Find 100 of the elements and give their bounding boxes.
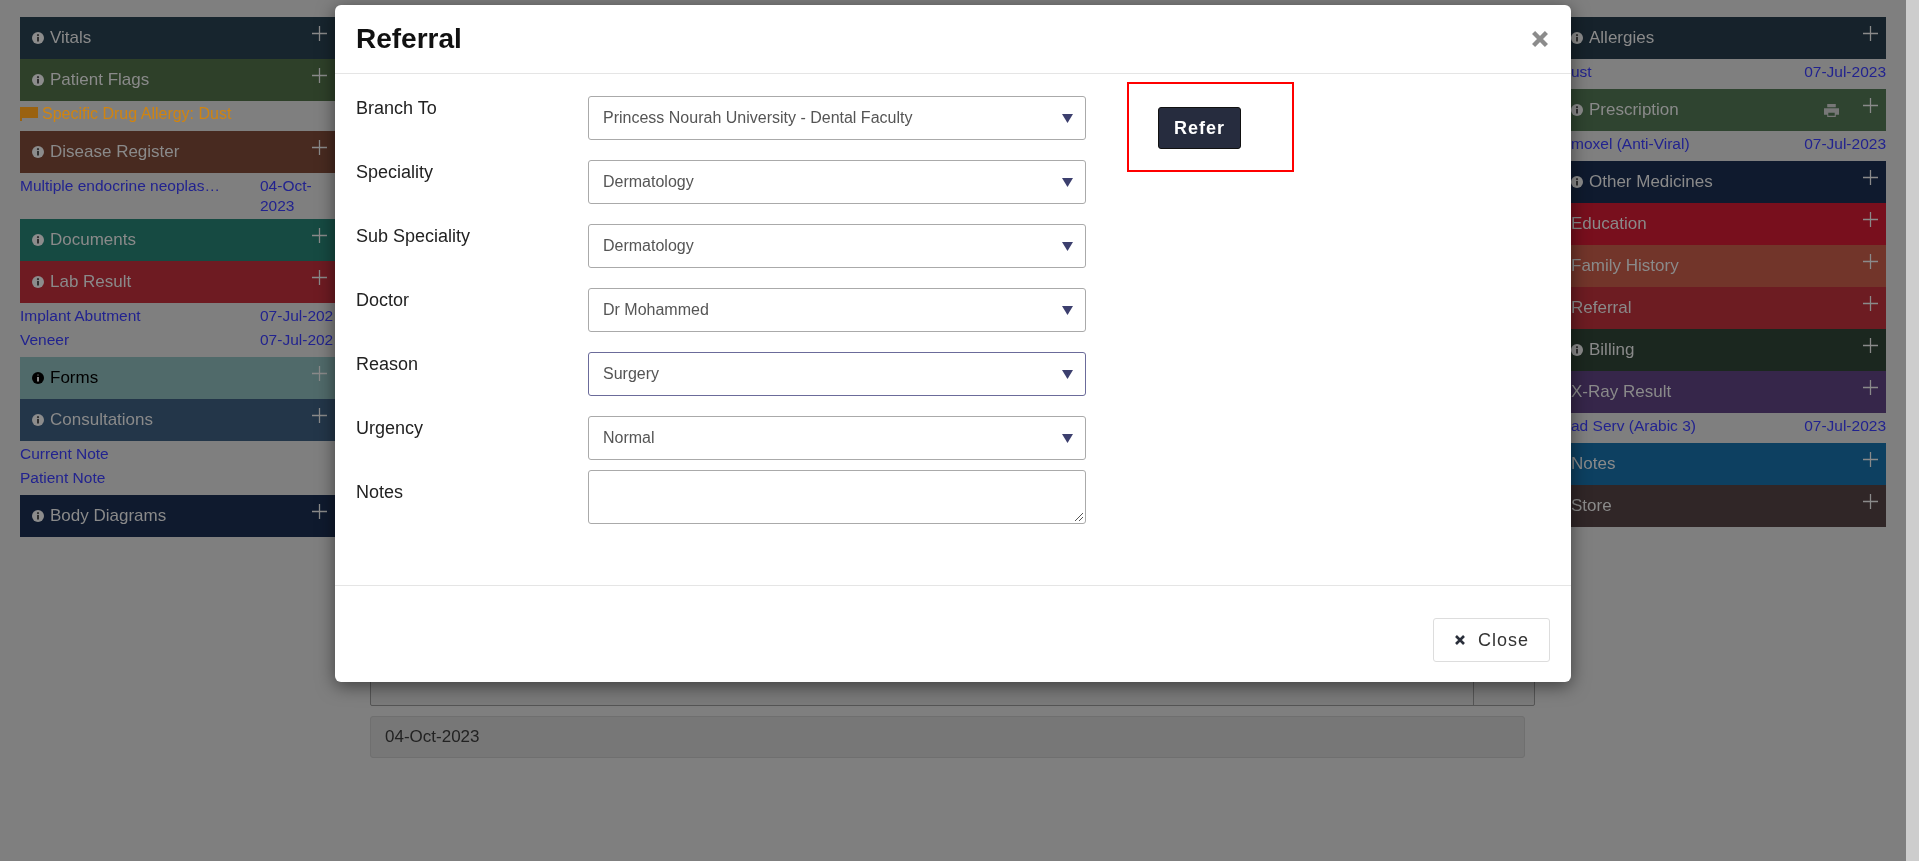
field-label: Speciality xyxy=(356,161,435,183)
entry-link[interactable]: Veneer xyxy=(20,330,260,350)
plus-icon[interactable] xyxy=(312,25,327,41)
entry-link[interactable]: Implant Abutment xyxy=(20,306,260,326)
panel-header[interactable]: Patient Flags xyxy=(20,59,335,101)
print-icon[interactable] xyxy=(1824,103,1839,117)
info-icon xyxy=(32,372,44,384)
flag-text: Specific Drug Allergy: Dust xyxy=(42,104,232,124)
plus-icon[interactable] xyxy=(1863,169,1878,185)
panel-header[interactable]: Prescription xyxy=(1571,89,1886,131)
notes-field[interactable] xyxy=(588,470,1086,524)
panel-header[interactable]: Consultations xyxy=(20,399,335,441)
select-field[interactable]: Dermatology xyxy=(588,160,1086,204)
caret-icon xyxy=(1062,433,1073,443)
plus-icon[interactable] xyxy=(1863,337,1878,353)
panel-title: Prescription xyxy=(1589,100,1680,120)
plus-icon[interactable] xyxy=(312,227,327,243)
select-field[interactable]: Normal xyxy=(588,416,1086,460)
select-field[interactable]: Surgery xyxy=(588,352,1086,396)
panel-title: Patient Flags xyxy=(50,70,151,90)
panel-header[interactable]: Education xyxy=(1571,203,1886,245)
panel-title: Store xyxy=(1571,496,1613,516)
plus-icon[interactable] xyxy=(1863,25,1878,41)
select-field[interactable]: Princess Nourah University - Dental Faculty xyxy=(588,96,1086,140)
panel-title: Lab Result xyxy=(50,272,133,292)
plus-icon[interactable] xyxy=(312,67,327,83)
plus-icon[interactable] xyxy=(1863,493,1878,509)
panel-title: Documents xyxy=(50,230,137,250)
plus-icon[interactable] xyxy=(312,139,327,155)
date-text: 04-Oct-2023 xyxy=(385,727,480,747)
caret-icon xyxy=(1062,241,1073,251)
entry-link[interactable]: Multiple endocrine neoplas… xyxy=(20,176,260,196)
field-label: Urgency xyxy=(356,417,425,439)
select-field[interactable]: Dermatology xyxy=(588,224,1086,268)
info-icon xyxy=(32,510,44,522)
panel-header[interactable]: Lab Result xyxy=(20,261,335,303)
info-icon xyxy=(32,414,44,426)
close-button[interactable]: Close xyxy=(1432,618,1550,662)
panel-title: Education xyxy=(1571,214,1648,234)
panel-header[interactable]: Allergies xyxy=(1571,17,1886,59)
info-icon xyxy=(1571,176,1583,188)
panel-header[interactable]: X-Ray Result xyxy=(1571,371,1886,413)
info-icon xyxy=(1571,104,1583,116)
entry-link[interactable]: ust xyxy=(1571,62,1805,82)
panel-header[interactable]: Disease Register xyxy=(20,131,335,173)
plus-icon[interactable] xyxy=(312,503,327,519)
close-icon xyxy=(1453,634,1466,646)
field-label: Doctor xyxy=(356,289,410,311)
info-icon xyxy=(32,32,44,44)
entry-link[interactable]: ad Serv (Arabic 3) xyxy=(1571,416,1805,436)
info-icon xyxy=(1571,344,1583,356)
info-icon xyxy=(32,276,44,288)
panel-title: Billing xyxy=(1589,340,1636,360)
field-label: Sub Speciality xyxy=(356,225,472,247)
field-label: Notes xyxy=(356,481,405,503)
panel-title: Referral xyxy=(1571,298,1633,318)
entry-link[interactable]: moxel (Anti-Viral) xyxy=(1571,134,1805,154)
plus-icon[interactable] xyxy=(312,269,327,285)
plus-icon[interactable] xyxy=(1863,295,1878,311)
entry-date: 07-Jul-2023 xyxy=(1804,416,1886,436)
panel-header[interactable]: Other Medicines xyxy=(1571,161,1886,203)
dialog-title: Referral xyxy=(356,23,462,55)
panel-header[interactable]: Body Diagrams xyxy=(20,495,335,537)
caret-icon xyxy=(1062,177,1073,187)
scrollbar[interactable] xyxy=(1906,0,1919,861)
caret-icon xyxy=(1062,113,1073,123)
select-field[interactable]: Dr Mohammed xyxy=(588,288,1086,332)
panel-title: Allergies xyxy=(1589,28,1656,48)
panel-title: Disease Register xyxy=(50,142,181,162)
panel-header[interactable]: Store xyxy=(1571,485,1886,527)
plus-icon[interactable] xyxy=(1863,211,1878,227)
panel-title: Family History xyxy=(1571,256,1680,276)
panel-title: Vitals xyxy=(50,28,93,48)
entry-date: 07-Jul-2023 xyxy=(1804,134,1886,154)
plus-icon[interactable] xyxy=(1863,379,1878,395)
resize-icon[interactable] xyxy=(1075,513,1083,521)
panel-header[interactable]: Notes xyxy=(1571,443,1886,485)
panel-header[interactable]: Family History xyxy=(1571,245,1886,287)
panel-header[interactable]: Forms xyxy=(20,357,335,399)
info-icon xyxy=(32,146,44,158)
panel-title: Other Medicines xyxy=(1589,172,1714,192)
panel-header[interactable]: Documents xyxy=(20,219,335,261)
plus-icon[interactable] xyxy=(1863,97,1878,113)
plus-icon[interactable] xyxy=(312,407,327,423)
entry-date: 07-Jul-202 xyxy=(260,306,335,326)
panel-header[interactable]: Referral xyxy=(1571,287,1886,329)
note-link[interactable]: Current Note xyxy=(20,444,109,464)
entry-date: 07-Jul-202 xyxy=(260,330,335,350)
caret-icon xyxy=(1062,305,1073,315)
panel-header[interactable]: Vitals xyxy=(20,17,335,59)
entry-date: 04-Oct-2023 xyxy=(260,176,313,216)
plus-icon[interactable] xyxy=(1863,451,1878,467)
panel-title: Consultations xyxy=(50,410,154,430)
panel-title: Notes xyxy=(1571,454,1617,474)
field-label: Branch To xyxy=(356,97,438,119)
refer-button[interactable]: Refer xyxy=(1158,107,1241,149)
panel-header[interactable]: Billing xyxy=(1571,329,1886,371)
close-icon[interactable] xyxy=(1531,30,1549,48)
note-link[interactable]: Patient Note xyxy=(20,468,106,488)
plus-icon[interactable] xyxy=(1863,253,1878,269)
